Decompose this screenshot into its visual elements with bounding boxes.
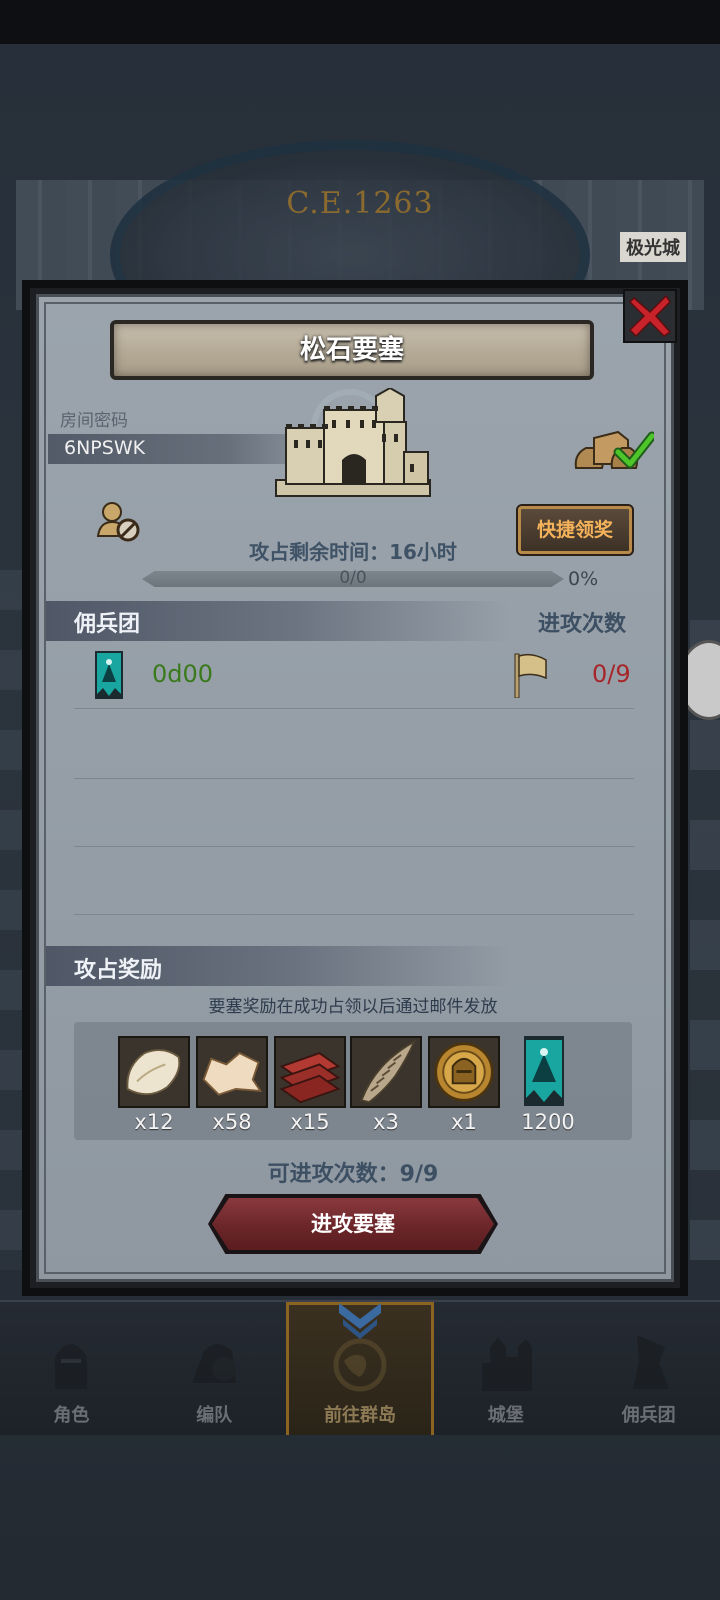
dialog-title: 松石要塞	[299, 335, 404, 365]
nav-label: 编队	[196, 1405, 233, 1426]
remaining-attacks: 可进攻次数：9/9	[267, 1162, 439, 1187]
attack-fortress-label: 进攻要塞	[311, 1212, 395, 1236]
dialog-title-plate: 松石要塞	[110, 320, 594, 380]
status-bar	[0, 0, 720, 44]
loot-bags-icon	[574, 430, 654, 469]
progress-percent: 0%	[568, 568, 599, 590]
horn-icon	[352, 1038, 420, 1106]
room-code[interactable]: 6NPSWK	[64, 437, 145, 459]
nav-item-mercenary[interactable]: 佣兵团	[577, 1302, 720, 1435]
place-label: 极光城	[620, 232, 686, 262]
attack-count: 0/9	[592, 660, 631, 688]
attack-fortress-button[interactable]: 进攻要塞	[212, 1198, 494, 1250]
reward-item-medal[interactable]	[428, 1036, 500, 1108]
fortress-image	[275, 388, 431, 497]
knight-medal-icon	[430, 1038, 498, 1106]
nav-item-islands[interactable]: 前往群岛	[285, 1302, 435, 1435]
globe-icon	[333, 1338, 387, 1392]
reward-item-fur[interactable]	[118, 1036, 190, 1108]
close-icon[interactable]	[622, 288, 678, 344]
reward-note: 要塞奖励在成功占领以后通过邮件发放	[208, 997, 498, 1017]
bottom-nav: 角色 编队 前往群岛 城堡 佣兵团	[0, 1300, 720, 1435]
reward-item-leather[interactable]	[196, 1036, 268, 1108]
castle-icon	[481, 1337, 532, 1391]
knight-helmet-icon	[55, 1344, 88, 1389]
reward-item-banner[interactable]	[506, 1036, 578, 1108]
mercenary-flag-icon	[632, 1335, 669, 1389]
row-divider	[74, 778, 634, 779]
flag-icon	[514, 653, 547, 698]
nav-label: 佣兵团	[621, 1405, 676, 1426]
nav-label: 城堡	[487, 1405, 524, 1426]
attacks-header: 进攻次数	[538, 612, 627, 637]
leather-hide-icon	[198, 1038, 266, 1106]
guild-name[interactable]: 0d00	[152, 660, 213, 688]
row-divider	[74, 914, 634, 915]
nav-label: 前往群岛	[323, 1405, 396, 1426]
reward-qty: x1	[451, 1110, 477, 1134]
reward-qty: x3	[373, 1110, 399, 1134]
remaining-time: 攻占剩余时间：16小时	[249, 540, 457, 564]
progress-text: 0/0	[339, 568, 367, 588]
reward-qty: x15	[290, 1110, 330, 1134]
nav-item-formation[interactable]: 编队	[143, 1302, 286, 1435]
mercenary-header: 佣兵团	[74, 612, 141, 637]
reward-item-wood[interactable]	[274, 1036, 346, 1108]
fur-pelt-icon	[120, 1038, 188, 1106]
helmet-shield-icon	[192, 1344, 237, 1383]
nav-item-character[interactable]: 角色	[0, 1302, 143, 1435]
guild-banner-icon	[95, 651, 123, 699]
reward-header: 攻占奖励	[74, 958, 163, 983]
reward-qty: x12	[134, 1110, 174, 1134]
row-divider	[74, 846, 634, 847]
room-code-label: 房间密码	[60, 411, 128, 431]
reward-item-horn[interactable]	[350, 1036, 422, 1108]
nav-label: 角色	[53, 1405, 90, 1426]
wood-planks-icon	[276, 1038, 344, 1106]
row-divider	[74, 708, 634, 709]
nav-item-castle[interactable]: 城堡	[434, 1302, 577, 1435]
reward-qty: x58	[212, 1110, 252, 1134]
year-display: C.E.1263	[286, 186, 434, 221]
reward-qty: 1200	[521, 1110, 575, 1134]
guild-banner-icon	[524, 1036, 564, 1106]
